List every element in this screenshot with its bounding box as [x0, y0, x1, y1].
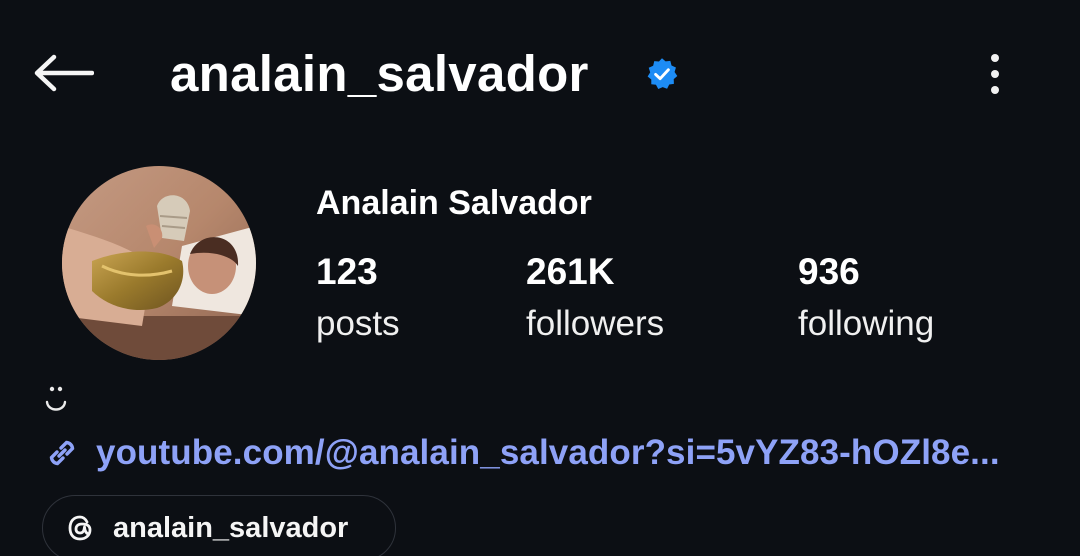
back-button[interactable] [30, 48, 96, 98]
more-vertical-icon-dot [991, 70, 999, 78]
threads-username: analain_salvador [113, 512, 349, 544]
threads-profile-button[interactable]: analain_salvador [42, 495, 396, 556]
following-count: 936 [798, 251, 860, 292]
profile-link-text[interactable]: youtube.com/@analain_salvador?si=5vYZ83-… [96, 430, 1000, 476]
posts-count: 123 [316, 251, 378, 292]
threads-icon [68, 515, 92, 541]
followers-count: 261K [526, 251, 615, 292]
followers-label: followers [526, 304, 665, 343]
arrow-left-icon [34, 54, 94, 92]
smile-face-icon [45, 386, 67, 411]
profile-page: analain_salvador Analain Salvador 123 po… [0, 0, 1080, 556]
following-stat[interactable]: 936 following [798, 250, 934, 346]
link-icon [49, 440, 75, 466]
more-vertical-icon-dot [991, 86, 999, 94]
profile-link[interactable]: youtube.com/@analain_salvador?si=5vYZ83-… [42, 430, 1000, 476]
avatar[interactable] [62, 166, 256, 360]
verified-badge-icon [647, 58, 678, 89]
avatar-image [62, 166, 256, 360]
posts-label: posts [316, 304, 400, 343]
followers-stat[interactable]: 261K followers [526, 250, 664, 346]
more-options-button[interactable] [975, 48, 1015, 100]
more-vertical-icon-dot [991, 54, 999, 62]
posts-stat[interactable]: 123 posts [316, 250, 400, 346]
display-name: Analain Salvador [316, 184, 592, 222]
page-title: analain_salvador [170, 45, 589, 102]
following-label: following [798, 304, 935, 343]
